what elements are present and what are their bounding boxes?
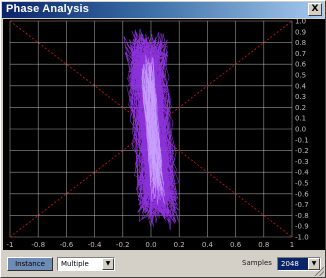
control-bar: Instance Multiple ▼ Samples 2048 ▼ — [3, 252, 325, 276]
y-tick-label: 0.1 — [295, 115, 306, 123]
chevron-down-icon[interactable]: ▼ — [102, 258, 114, 270]
resize-grip-icon[interactable] — [315, 267, 324, 276]
y-tick-label: -0.9 — [295, 223, 309, 231]
x-tick-label: 0.0 — [145, 241, 156, 249]
x-tick-label: 1 — [290, 241, 294, 249]
y-tick-label: -0.8 — [295, 212, 309, 220]
samples-dropdown-value: 2048 — [281, 260, 299, 268]
x-tick-label: 0.6 — [230, 241, 242, 249]
y-tick-label: 0.4 — [295, 82, 307, 90]
y-tick-label: 0.6 — [295, 61, 307, 69]
y-tick-label: 0.8 — [295, 39, 306, 47]
y-tick-label: -1.0 — [295, 234, 309, 242]
phase-scope-canvas: 1.0 0.9 0.8 0.7 0.6 0.5 0.4 0.3 0.2 0.1 0.0 -0.1 -0.… — [7, 19, 310, 249]
phase-plot: 1.0 0.9 0.8 0.7 0.6 0.5 0.4 0.3 0.2 0.1 0.0 -0.1 -0.… — [3, 19, 325, 250]
mode-dropdown-value: Multiple — [61, 260, 89, 268]
title-bar[interactable]: Phase Analysis X — [2, 2, 324, 18]
y-tick-label: -0.2 — [295, 147, 309, 155]
y-tick-label: 0.2 — [295, 104, 306, 112]
mode-dropdown[interactable]: Multiple ▼ — [57, 257, 115, 271]
y-tick-label: 0.9 — [295, 28, 306, 36]
x-tick-label: -0.6 — [60, 241, 74, 249]
y-tick-label: 1.0 — [295, 19, 306, 26]
y-tick-label: 0.0 — [295, 126, 306, 134]
y-tick-label: -0.5 — [295, 180, 309, 188]
y-tick-label: -0.1 — [295, 136, 309, 144]
window-title: Phase Analysis — [6, 3, 90, 15]
y-tick-label: -0.3 — [295, 158, 309, 166]
close-button[interactable]: X — [308, 3, 322, 16]
x-tick-label: 0.8 — [258, 241, 269, 249]
x-tick-label: 0.4 — [202, 241, 214, 249]
y-tick-label: -0.7 — [295, 201, 309, 209]
x-tick-label: 0.2 — [174, 241, 185, 249]
y-tick-label: -0.4 — [295, 169, 309, 177]
y-tick-label: 0.3 — [295, 93, 306, 101]
phase-analysis-window: Phase Analysis X 1.0 0.9 0.8 0.7 0.6 0.5 0.4 0.… — [0, 0, 326, 278]
samples-label: Samples — [242, 259, 272, 267]
instance-button[interactable]: Instance — [7, 257, 53, 271]
x-tick-label: -1 — [7, 241, 14, 249]
x-tick-label: -0.4 — [88, 241, 102, 249]
x-tick-label: -0.2 — [116, 241, 130, 249]
y-tick-label: 0.7 — [295, 50, 306, 58]
y-tick-label: -0.6 — [295, 190, 309, 198]
x-tick-label: -0.8 — [31, 241, 45, 249]
y-tick-label: 0.5 — [295, 72, 306, 80]
